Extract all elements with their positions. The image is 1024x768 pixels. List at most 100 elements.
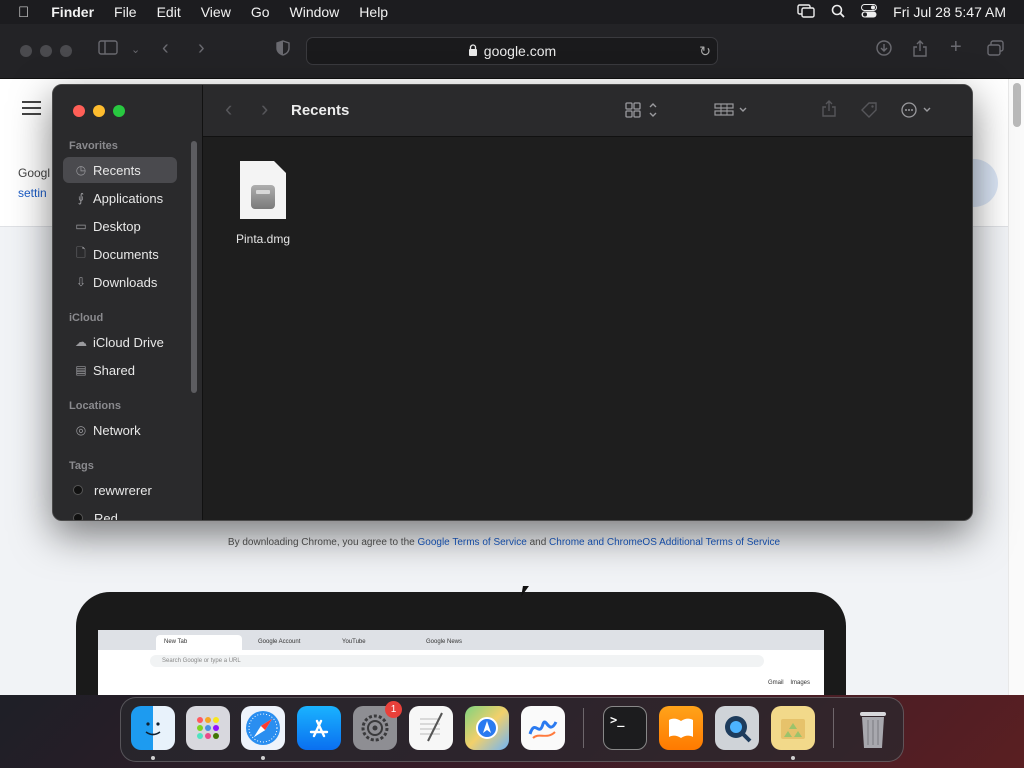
icon-view-icon[interactable] <box>625 102 661 123</box>
quicktime-icon[interactable] <box>715 706 759 750</box>
google-terms-link[interactable]: Google Terms of Service <box>417 537 526 548</box>
chrome-additional-terms-link[interactable]: Chrome and ChromeOS Additional Terms of … <box>549 537 780 548</box>
sidebar-item-label: Network <box>93 422 141 438</box>
more-actions-icon[interactable] <box>901 102 937 123</box>
sidebar-item-documents[interactable]: 🗋 Documents <box>63 241 177 267</box>
terms-and: and <box>526 537 550 548</box>
app-store-icon[interactable] <box>297 706 341 750</box>
forward-arrow-icon[interactable]: › <box>198 37 205 60</box>
laptop-illustration: New Tab Google Account YouTube Google Ne… <box>76 592 846 695</box>
running-indicator <box>151 756 155 760</box>
menu-window[interactable]: Window <box>290 4 340 20</box>
menu-help[interactable]: Help <box>359 4 388 20</box>
trash-icon[interactable] <box>851 706 895 750</box>
dock: 1 >_ <box>120 697 904 762</box>
applications-icon: ⨚ <box>77 191 85 205</box>
laptop-screen: New Tab Google Account YouTube Google Ne… <box>98 630 824 695</box>
sidebar-item-downloads[interactable]: ⇩ Downloads <box>63 269 177 295</box>
address-bar-url: google.com <box>483 43 557 59</box>
safari-icon[interactable] <box>241 706 285 750</box>
menu-file[interactable]: File <box>114 4 137 20</box>
group-by-icon[interactable] <box>714 102 750 123</box>
finder-icon[interactable] <box>131 706 175 750</box>
cloud-icon: ☁ <box>75 335 87 349</box>
tag-icon[interactable] <box>860 101 878 124</box>
web-page-settings-link[interactable]: settin <box>18 186 47 200</box>
share-icon[interactable] <box>822 100 836 122</box>
sidebar-toggle-icon[interactable] <box>98 40 118 59</box>
tab-overview-icon[interactable] <box>987 40 1004 60</box>
web-page-scrollbar[interactable] <box>1008 79 1024 695</box>
back-arrow-icon[interactable]: ‹ <box>225 96 232 122</box>
share-icon[interactable] <box>913 40 927 61</box>
running-indicator <box>791 756 795 760</box>
new-tab-icon[interactable]: + <box>950 36 962 59</box>
control-center-icon[interactable] <box>861 3 878 21</box>
screen-mirroring-icon[interactable] <box>797 3 815 21</box>
menu-view[interactable]: View <box>201 4 231 20</box>
scrollbar-thumb[interactable] <box>1013 83 1021 127</box>
disk-image-icon <box>240 161 286 219</box>
books-icon[interactable] <box>659 706 703 750</box>
icloud-section-label: iCloud <box>69 312 104 324</box>
maps-icon[interactable] <box>465 706 509 750</box>
sidebar-item-recents[interactable]: ◷ Recents <box>63 157 177 183</box>
safari-close-button[interactable] <box>20 45 32 57</box>
settings-icon[interactable]: 1 <box>353 701 402 750</box>
address-bar[interactable]: google.com ↻ <box>306 37 718 65</box>
sidebar-item-network[interactable]: ◎ Network <box>63 417 177 443</box>
reload-icon[interactable]: ↻ <box>699 43 711 60</box>
sidebar-item-shared[interactable]: ▤ Shared <box>63 357 177 383</box>
locations-section-label: Locations <box>69 400 121 412</box>
safari-minimize-button[interactable] <box>40 45 52 57</box>
shared-folder-icon: ▤ <box>75 363 87 377</box>
spotlight-search-icon[interactable] <box>831 4 845 21</box>
safari-zoom-button[interactable] <box>60 45 72 57</box>
forward-arrow-icon[interactable]: › <box>261 96 268 122</box>
hamburger-menu-icon[interactable] <box>22 101 41 119</box>
safari-toolbar: ⌄ ‹ › google.com ↻ + <box>0 24 1024 79</box>
sidebar-item-label: iCloud Drive <box>93 334 164 350</box>
clock-icon: ◷ <box>75 163 87 177</box>
launchpad-icon[interactable] <box>186 706 230 750</box>
mini-images-link: Images <box>790 680 810 686</box>
file-name: Pinta.dmg <box>235 232 291 246</box>
sidebar-item-tag[interactable]: rewwrerer <box>63 477 177 503</box>
textedit-icon[interactable] <box>409 706 453 750</box>
lock-icon <box>468 43 478 59</box>
dock-separator <box>583 708 584 748</box>
window-title: Recents <box>291 102 350 119</box>
mini-tab: Google News <box>426 639 463 645</box>
minimize-button[interactable] <box>93 105 105 117</box>
chevron-down-icon[interactable]: ⌄ <box>131 43 140 56</box>
sidebar-item-label: Recents <box>93 162 141 178</box>
menu-clock[interactable]: Fri Jul 28 5:47 AM <box>893 4 1006 20</box>
downloads-icon[interactable] <box>876 40 892 60</box>
sidebar-item-desktop[interactable]: ▭ Desktop <box>63 213 177 239</box>
freeform-icon[interactable] <box>521 706 565 750</box>
file-item[interactable]: Pinta.dmg <box>229 161 297 246</box>
finder-main: ‹ › Recents Pinta.dmg <box>203 85 972 520</box>
sidebar-item-label: Applications <box>93 190 164 206</box>
sidebar-item-applications[interactable]: ⨚ Applications <box>63 185 177 211</box>
running-indicator <box>261 756 265 760</box>
menu-edit[interactable]: Edit <box>157 4 181 20</box>
close-button[interactable] <box>73 105 85 117</box>
sidebar-item-icloud-drive[interactable]: ☁ iCloud Drive <box>63 329 177 355</box>
sidebar-item-tag[interactable]: Red <box>63 505 177 520</box>
menu-app-name[interactable]: Finder <box>51 4 94 20</box>
sidebar-item-label: Desktop <box>93 218 141 234</box>
apple-menu-icon[interactable]:  <box>18 4 29 21</box>
archive-icon[interactable] <box>771 706 815 750</box>
mini-links: Gmail Images <box>768 680 810 686</box>
tag-color-dot <box>73 513 83 520</box>
notification-badge: 1 <box>385 701 402 718</box>
terminal-icon[interactable]: >_ <box>603 706 647 750</box>
tags-section-label: Tags <box>69 460 94 472</box>
shield-icon[interactable] <box>276 40 290 60</box>
zoom-button[interactable] <box>113 105 125 117</box>
sidebar-scrollbar[interactable] <box>191 141 197 393</box>
back-arrow-icon[interactable]: ‹ <box>162 37 169 60</box>
desktop-icon: ▭ <box>75 219 87 233</box>
menu-go[interactable]: Go <box>251 4 270 20</box>
